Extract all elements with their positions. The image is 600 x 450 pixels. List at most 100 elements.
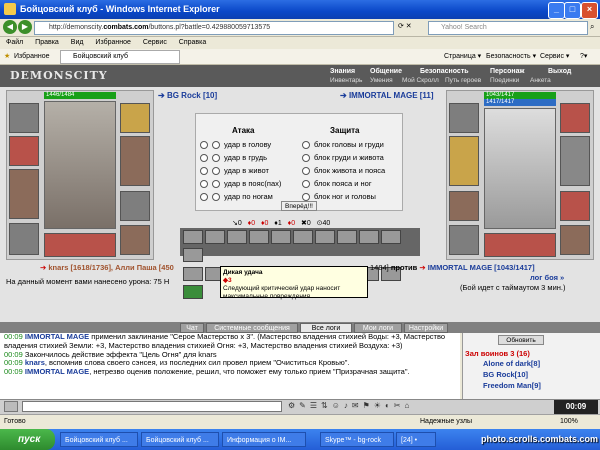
technique-icon[interactable]: [249, 230, 269, 244]
defense-head-chest[interactable]: блок головы и груди: [302, 140, 384, 150]
browser-tab[interactable]: Бойцовский клуб: [60, 50, 180, 64]
attack-radio[interactable]: [200, 180, 208, 189]
right-team[interactable]: IMMORTAL MAGE [1043/1417]: [428, 263, 535, 272]
attack-head[interactable]: удар в голову: [200, 140, 271, 150]
nav-security[interactable]: Безопасность: [420, 68, 469, 75]
room-user[interactable]: BG Rock[10]: [483, 370, 528, 379]
back-button[interactable]: ◀: [3, 20, 17, 34]
refresh-button[interactable]: Обновить: [498, 335, 544, 345]
defense-radio[interactable]: [302, 180, 310, 189]
right-gloves-slot[interactable]: [449, 225, 479, 255]
forward-button[interactable]: ▶: [18, 20, 32, 34]
task-item[interactable]: [24] •: [396, 432, 436, 447]
technique-icon[interactable]: [183, 285, 203, 299]
nav-skills[interactable]: Умения: [370, 77, 393, 84]
technique-icon[interactable]: [315, 230, 335, 244]
menu-favorites[interactable]: Избранное: [95, 39, 130, 46]
right-armor-slot[interactable]: [449, 191, 479, 221]
defense-chest-belly[interactable]: блок груди и живота: [302, 153, 384, 163]
left-gloves-slot[interactable]: [9, 223, 39, 255]
favorites-button[interactable]: Избранное: [14, 49, 49, 65]
maximize-button[interactable]: □: [564, 2, 581, 19]
zoom-level[interactable]: 100%: [560, 415, 578, 429]
defense-radio[interactable]: [302, 193, 310, 202]
technique-icon[interactable]: [227, 230, 247, 244]
technique-icon[interactable]: [183, 230, 203, 244]
tab-settings[interactable]: Настройки: [404, 323, 448, 333]
right-player-name[interactable]: ➔ IMMORTAL MAGE [11]: [340, 91, 434, 100]
chat-options-icon[interactable]: [4, 401, 18, 412]
technique-icon[interactable]: [337, 230, 357, 244]
chat-toolbar-icons[interactable]: ⚙✎☰⇅☺♪✉⚑☀◐✂⌂: [288, 401, 548, 412]
right-character-figure[interactable]: [484, 108, 556, 229]
search-icon[interactable]: ⌕: [590, 22, 594, 32]
nav-fights[interactable]: Поединки: [490, 77, 519, 84]
left-boots-slot[interactable]: [120, 225, 150, 255]
defense-belly-belt[interactable]: блок живота и пояса: [302, 166, 385, 176]
nav-my-scroll[interactable]: Мой Скролл: [402, 77, 439, 84]
task-item[interactable]: Бойцовский клуб ...: [141, 432, 219, 447]
right-weapon-slot[interactable]: [449, 136, 479, 186]
nav-exit[interactable]: Выход: [548, 68, 571, 75]
tab-system-messages[interactable]: Системные сообщения: [206, 323, 298, 333]
right-belt-slot[interactable]: [484, 233, 556, 257]
ie-tools-menu[interactable]: Сервис ▾: [540, 49, 569, 65]
attack-legs[interactable]: удар по ногам: [200, 192, 273, 202]
nav-character[interactable]: Персонаж: [490, 68, 524, 75]
attack-radio[interactable]: [200, 141, 208, 150]
task-item[interactable]: Skype™ - bg-rock: [320, 432, 394, 447]
tab-my-logs[interactable]: Мои логи: [354, 323, 402, 333]
left-helmet-slot[interactable]: [9, 103, 39, 133]
technique-icon[interactable]: [205, 230, 225, 244]
attack-radio[interactable]: [212, 141, 220, 150]
defense-radio[interactable]: [302, 154, 310, 163]
chat-input[interactable]: [22, 401, 282, 412]
room-user[interactable]: Alone of dark[8]: [483, 359, 540, 368]
menu-file[interactable]: Файл: [6, 39, 23, 46]
nav-inventory[interactable]: Инвентарь: [330, 77, 362, 84]
chat-user[interactable]: IMMORTAL MAGE: [25, 367, 89, 376]
menu-help[interactable]: Справка: [179, 39, 206, 46]
left-ring-slot[interactable]: [120, 191, 150, 221]
defense-radio[interactable]: [302, 141, 310, 150]
go-button[interactable]: Вперёд!!!: [281, 201, 317, 211]
left-team[interactable]: knars [1618/1736], Алли Паша [450: [48, 263, 173, 272]
menu-view[interactable]: Вид: [71, 39, 84, 46]
attack-radio[interactable]: [212, 167, 220, 176]
technique-icon[interactable]: [183, 267, 203, 281]
ie-help-menu[interactable]: ?▾: [580, 49, 587, 65]
attack-radio[interactable]: [200, 154, 208, 163]
nav-profile[interactable]: Анкета: [530, 77, 551, 84]
technique-icon[interactable]: [271, 230, 291, 244]
start-button[interactable]: пуск: [0, 429, 55, 450]
tab-all-logs[interactable]: Все логи: [300, 323, 352, 333]
left-character-figure[interactable]: [44, 101, 116, 229]
left-shield-slot[interactable]: [120, 136, 150, 186]
right-boots-slot[interactable]: [560, 225, 590, 255]
ie-security-menu[interactable]: Безопасность ▾: [486, 49, 536, 65]
room-user[interactable]: Freedom Man[9]: [483, 381, 541, 390]
defense-belt-legs[interactable]: блок пояса и ног: [302, 179, 372, 189]
right-shield-slot[interactable]: [560, 136, 590, 186]
minimize-button[interactable]: _: [548, 2, 565, 19]
technique-icon[interactable]: [293, 230, 313, 244]
left-weapon-slot[interactable]: [9, 169, 39, 219]
refresh-stop-icons[interactable]: ⟳ ✕: [398, 22, 424, 34]
nav-chat[interactable]: Общение: [370, 68, 402, 75]
chat-user[interactable]: IMMORTAL MAGE: [25, 333, 89, 341]
defense-legs-head[interactable]: блок ног и головы: [302, 192, 376, 202]
left-armor-slot[interactable]: [9, 136, 39, 166]
attack-radio[interactable]: [212, 154, 220, 163]
nav-heroes-path[interactable]: Путь героев: [445, 77, 481, 84]
right-amulet-slot[interactable]: [560, 103, 590, 133]
left-player-name[interactable]: ➔ BG Rock [10]: [158, 91, 217, 100]
attack-radio[interactable]: [200, 167, 208, 176]
attack-radio[interactable]: [200, 193, 208, 202]
technique-icon[interactable]: [183, 248, 203, 262]
tab-chat[interactable]: Чат: [180, 323, 204, 333]
attack-groin[interactable]: удар в пояс(пах): [200, 179, 281, 189]
left-belt-slot[interactable]: [44, 233, 116, 257]
battle-log-link[interactable]: лог боя »: [530, 273, 564, 282]
search-input[interactable]: Yahoo! Search: [428, 21, 588, 35]
attack-radio[interactable]: [212, 180, 220, 189]
